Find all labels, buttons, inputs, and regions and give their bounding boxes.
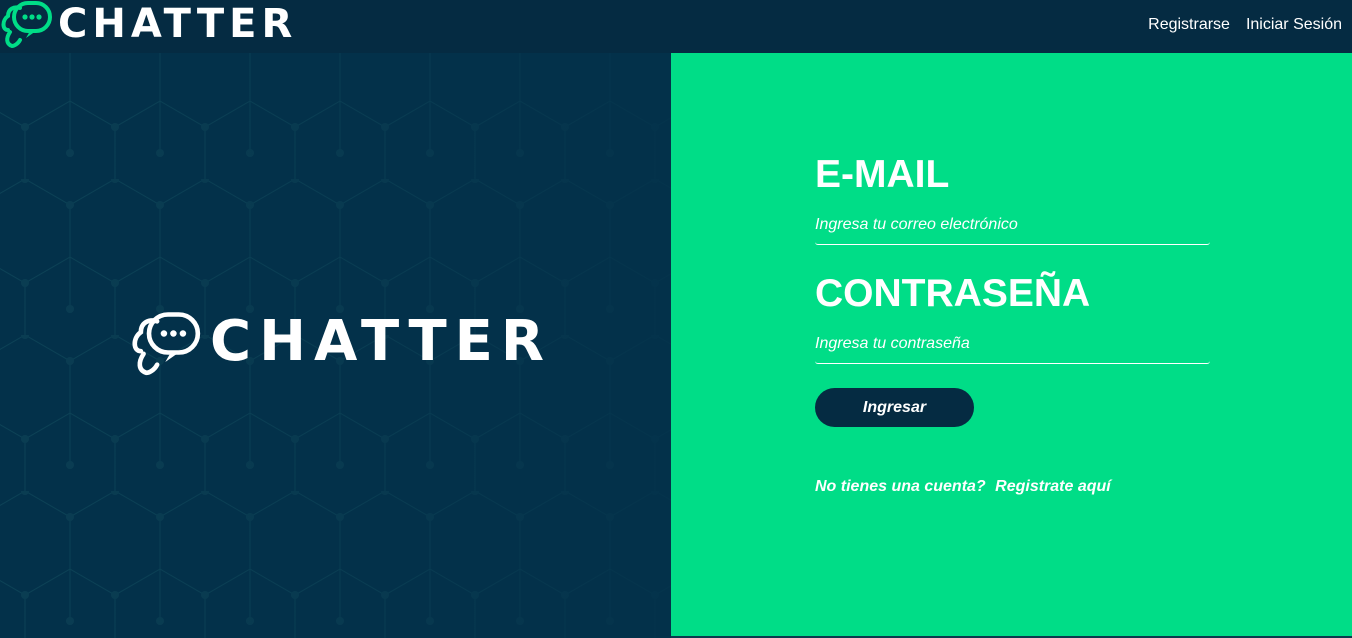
nav-register-link[interactable]: Registrarse — [1148, 16, 1230, 34]
navbar-links: Registrarse Iniciar Sesión — [1148, 16, 1342, 34]
login-button[interactable]: Ingresar — [815, 388, 974, 427]
hero-panel: CHATTER — [0, 53, 671, 638]
nav-login-link[interactable]: Iniciar Sesión — [1246, 16, 1342, 34]
chat-bubbles-icon — [132, 312, 201, 376]
email-field[interactable] — [815, 205, 1210, 245]
hero-logo: CHATTER — [130, 308, 544, 378]
signup-link[interactable]: Registrate aquí — [995, 478, 1111, 495]
signup-prompt: No tienes una cuenta? — [815, 478, 986, 495]
login-panel: E-MAIL CONTRASEÑA Ingresar No tienes una… — [671, 53, 1352, 636]
signup-row: No tienes una cuenta? Registrate aquí — [815, 478, 1210, 496]
navbar-brand-text: CHATTER — [58, 1, 298, 47]
login-form: E-MAIL CONTRASEÑA Ingresar No tienes una… — [815, 151, 1210, 496]
email-label: E-MAIL — [815, 153, 950, 196]
navbar: CHATTER Registrarse Iniciar Sesión — [0, 0, 1352, 53]
chat-bubbles-icon — [1, 1, 52, 48]
password-label: CONTRASEÑA — [815, 272, 1091, 315]
password-field[interactable] — [815, 324, 1210, 364]
hero-brand-text: CHATTER — [210, 308, 553, 374]
